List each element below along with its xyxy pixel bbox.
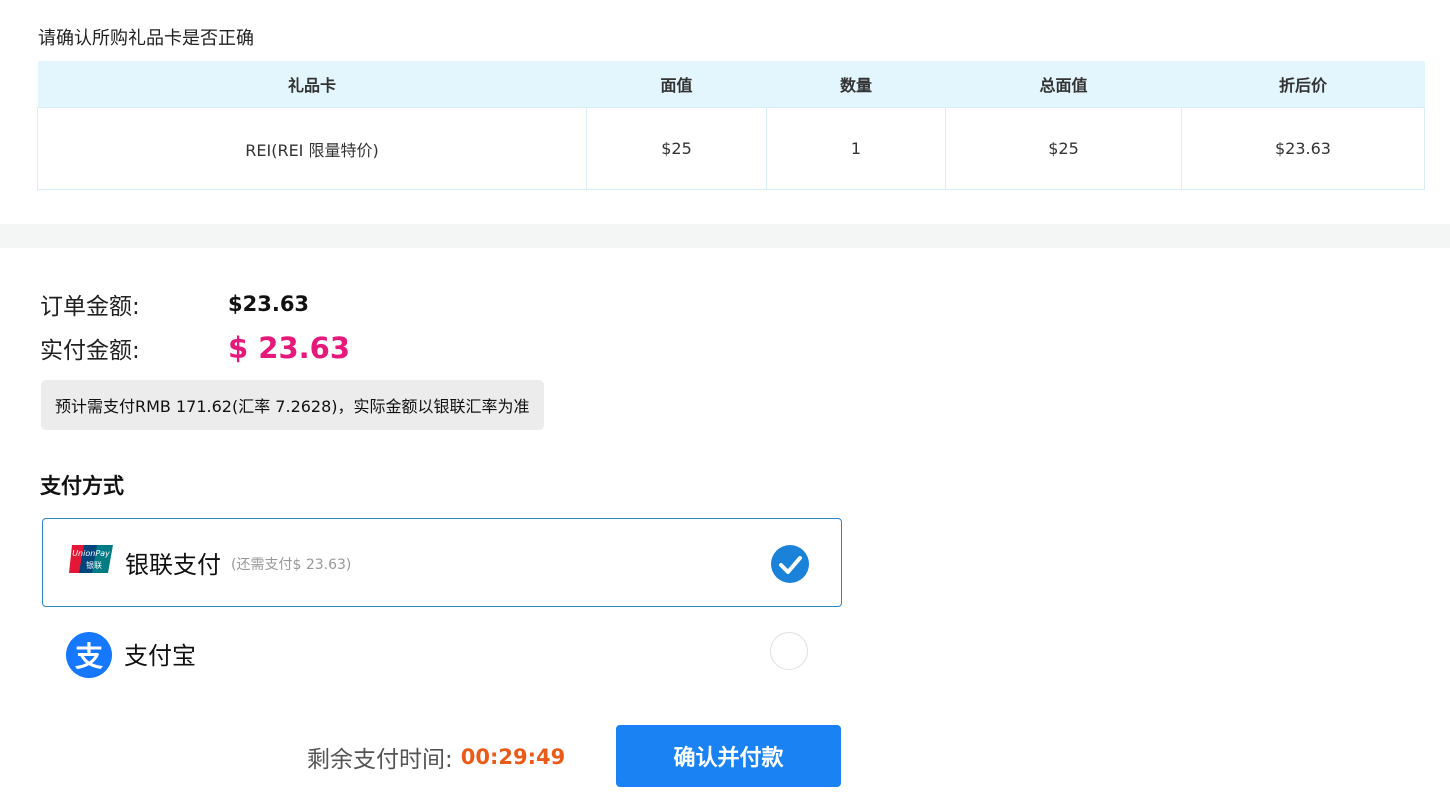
timer-label: 剩余支付时间: bbox=[307, 747, 453, 773]
table-row: REI(REI 限量特价) $25 1 $25 $23.63 bbox=[37, 107, 1425, 190]
unionpay-remaining-hint: (还需支付$ 23.63) bbox=[231, 557, 352, 573]
checked-radio-icon[interactable] bbox=[771, 545, 809, 583]
table-header-row: 礼品卡 面值 数量 总面值 折后价 bbox=[37, 61, 1425, 108]
payment-page: 请确认所购礼品卡是否正确 礼品卡 面值 数量 总面值 折后价 REI(REI 限… bbox=[0, 0, 1450, 794]
order-amount-label: 订单金额: bbox=[40, 294, 140, 320]
unionpay-logo-text: UnionPay bbox=[72, 549, 110, 558]
rmb-estimate-note: 预计需支付RMB 171.62(汇率 7.2628)，实际金额以银联汇率为准 bbox=[41, 380, 544, 430]
cell-gift-card-name: REI(REI 限量特价) bbox=[37, 107, 587, 190]
column-header-gift-card: 礼品卡 bbox=[37, 61, 587, 108]
cell-discount-price: $23.63 bbox=[1181, 107, 1425, 190]
column-header-discount-price: 折后价 bbox=[1181, 61, 1425, 108]
cell-face-value: $25 bbox=[586, 107, 767, 190]
payment-option-unionpay[interactable]: UnionPay 银联 银联支付 (还需支付$ 23.63) bbox=[42, 518, 842, 607]
confirm-and-pay-button[interactable]: 确认并付款 bbox=[616, 725, 841, 787]
column-header-face-value: 面值 bbox=[586, 61, 767, 108]
unchecked-radio-icon[interactable] bbox=[770, 632, 808, 670]
section-divider bbox=[0, 224, 1450, 248]
confirm-title: 请确认所购礼品卡是否正确 bbox=[38, 28, 254, 49]
payment-method-title: 支付方式 bbox=[40, 474, 124, 498]
column-header-quantity: 数量 bbox=[766, 61, 946, 108]
cell-quantity: 1 bbox=[766, 107, 946, 190]
paid-amount-label: 实付金额: bbox=[40, 338, 140, 364]
unionpay-logo-icon: UnionPay 银联 bbox=[69, 545, 113, 573]
alipay-logo-icon: 支 bbox=[66, 632, 112, 678]
payment-timer: 剩余支付时间: 00:29:49 bbox=[307, 740, 565, 774]
alipay-label: 支付宝 bbox=[124, 642, 196, 670]
checkmark-icon bbox=[779, 556, 802, 574]
gift-card-table: 礼品卡 面值 数量 总面值 折后价 REI(REI 限量特价) $25 1 $2… bbox=[37, 61, 1425, 190]
unionpay-logo-cn-text: 银联 bbox=[86, 560, 102, 570]
paid-amount-row: 实付金额: $ 23.63 bbox=[40, 328, 350, 368]
order-amount-value: $23.63 bbox=[228, 292, 310, 316]
timer-countdown: 00:29:49 bbox=[460, 745, 566, 769]
payment-option-alipay[interactable]: 支 支付宝 bbox=[42, 606, 842, 695]
column-header-total-value: 总面值 bbox=[945, 61, 1182, 108]
order-amount-row: 订单金额: $23.63 bbox=[40, 287, 309, 321]
paid-amount-value: $ 23.63 bbox=[228, 331, 351, 365]
cell-total-value: $25 bbox=[945, 107, 1182, 190]
unionpay-label: 银联支付 bbox=[125, 551, 221, 579]
